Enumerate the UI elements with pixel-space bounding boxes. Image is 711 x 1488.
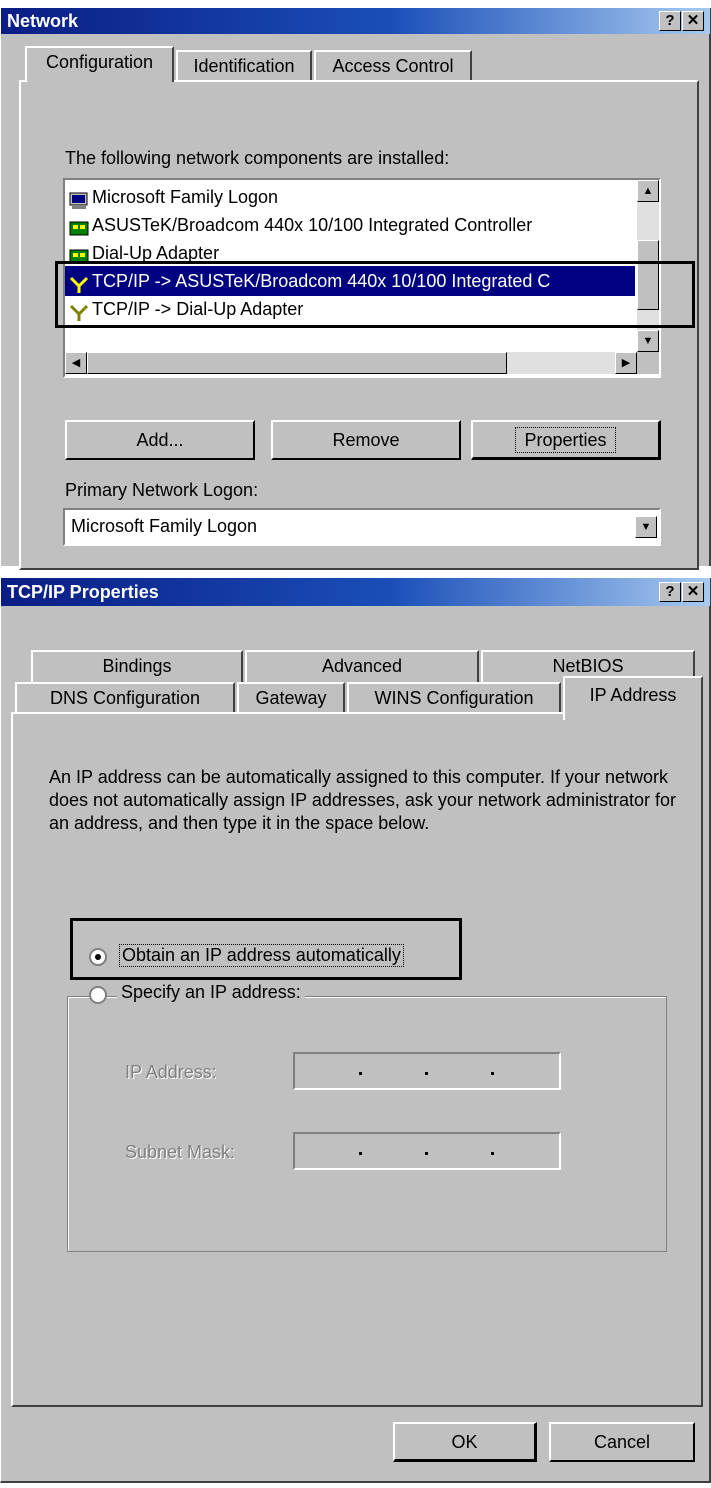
tab-advanced[interactable]: Advanced	[245, 650, 479, 682]
scroll-up-button[interactable]: ▲	[637, 180, 659, 202]
components-label: The following network components are ins…	[65, 148, 450, 168]
subnet-mask-label: Subnet Mask:	[125, 1142, 236, 1162]
specify-ip-group	[67, 996, 667, 1252]
remove-button[interactable]: Remove	[271, 420, 461, 460]
scroll-down-button[interactable]: ▼	[637, 330, 659, 352]
tab-wins-configuration[interactable]: WINS Configuration	[347, 682, 561, 714]
tab-ip-address[interactable]: IP Address	[563, 676, 703, 720]
chevron-down-icon[interactable]: ▼	[635, 516, 657, 538]
tab-configuration[interactable]: Configuration	[25, 46, 174, 82]
dialog-title: Network	[7, 11, 79, 31]
tab-access-control[interactable]: Access Control	[314, 50, 472, 82]
cancel-button[interactable]: Cancel	[549, 1422, 695, 1462]
computer-icon	[69, 189, 89, 210]
highlight-box	[70, 918, 462, 980]
tab-dns-configuration[interactable]: DNS Configuration	[15, 682, 235, 714]
properties-button[interactable]: Properties	[471, 420, 661, 460]
network-card-icon	[69, 217, 89, 236]
dialog-title: TCP/IP Properties	[7, 582, 159, 602]
specify-ip-label[interactable]: Specify an IP address:	[117, 982, 305, 1003]
specify-ip-radio[interactable]	[89, 986, 107, 1004]
list-item[interactable]: ASUSTeK/Broadcom 440x 10/100 Integrated …	[65, 210, 532, 240]
tab-identification[interactable]: Identification	[176, 50, 312, 82]
subnet-mask-input	[293, 1132, 561, 1170]
title-bar: TCP/IP Properties ? ✕	[1, 578, 710, 606]
primary-logon-select[interactable]: Microsoft Family Logon ▼	[63, 508, 661, 546]
add-button[interactable]: Add...	[65, 420, 255, 460]
ok-button[interactable]: OK	[393, 1422, 537, 1462]
list-item[interactable]: Microsoft Family Logon	[65, 182, 278, 212]
highlight-box	[55, 261, 695, 328]
ip-address-input	[293, 1052, 561, 1090]
scroll-left-button[interactable]: ◀	[65, 352, 87, 374]
ip-address-panel: An IP address can be automatically assig…	[11, 712, 703, 1407]
help-button[interactable]: ?	[659, 11, 681, 31]
help-button[interactable]: ?	[659, 582, 681, 602]
close-button[interactable]: ✕	[682, 582, 704, 602]
scroll-right-button[interactable]: ▶	[615, 352, 637, 374]
primary-logon-label: Primary Network Logon:	[65, 480, 259, 500]
horizontal-scrollbar[interactable]: ◀ ▶	[65, 352, 637, 374]
title-bar: Network ? ✕	[1, 8, 710, 34]
close-button[interactable]: ✕	[682, 11, 704, 31]
tab-bindings[interactable]: Bindings	[31, 650, 243, 682]
scroll-thumb-horizontal[interactable]	[87, 352, 507, 374]
description-text: An IP address can be automatically assig…	[49, 767, 676, 833]
ip-address-label: IP Address:	[125, 1062, 217, 1082]
primary-logon-value: Microsoft Family Logon	[71, 516, 258, 536]
tab-gateway[interactable]: Gateway	[237, 682, 345, 714]
tcpip-properties-dialog: TCP/IP Properties ? ✕ Bindings Advanced …	[0, 578, 711, 1483]
